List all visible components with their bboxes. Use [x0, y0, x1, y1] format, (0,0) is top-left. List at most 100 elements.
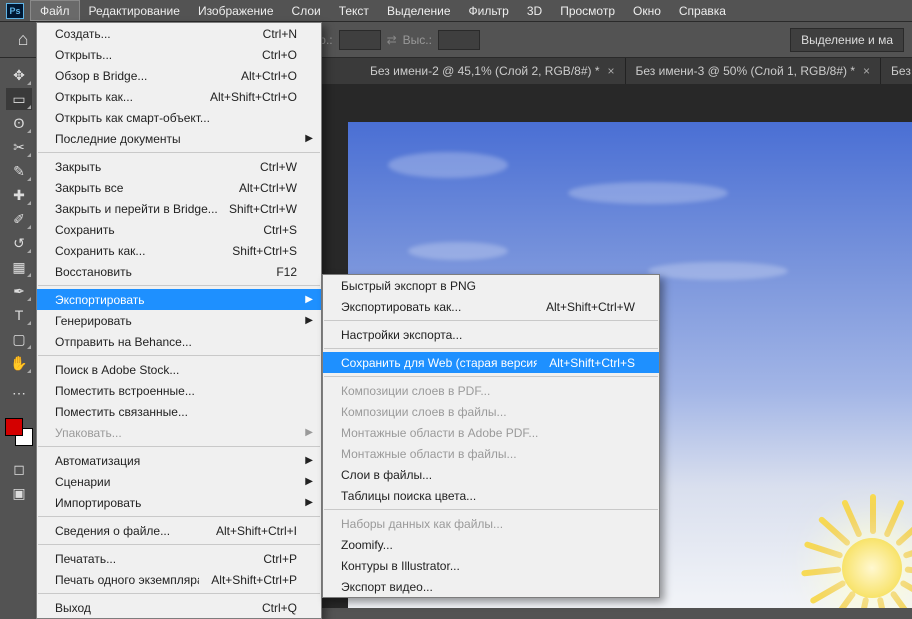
menubar-item-7[interactable]: 3D [518, 0, 551, 21]
width-input[interactable] [339, 30, 381, 50]
menu-item[interactable]: Последние документы▶ [37, 128, 321, 149]
menu-item[interactable]: Быстрый экспорт в PNG [323, 275, 659, 296]
menu-item[interactable]: Контуры в Illustrator... [323, 555, 659, 576]
menu-item[interactable]: Таблицы поиска цвета... [323, 485, 659, 506]
menubar-item-10[interactable]: Справка [670, 0, 735, 21]
menu-item-shortcut: Alt+Shift+Ctrl+W [534, 300, 635, 314]
submenu-arrow-icon: ▶ [305, 315, 313, 326]
separator [38, 544, 320, 545]
quick-mask-toggle[interactable]: ◻ [6, 458, 32, 480]
menu-item-label: Создать... [55, 27, 251, 41]
doc-tab-label: Без имени-2 @ 45,1% (Слой 2, RGB/8#) * [370, 64, 600, 78]
menu-item[interactable]: Открыть как смарт-объект... [37, 107, 321, 128]
close-icon[interactable]: × [863, 64, 870, 78]
menu-item-label: Отправить на Behance... [55, 335, 297, 349]
menu-item[interactable]: Экспортировать как...Alt+Shift+Ctrl+W [323, 296, 659, 317]
menu-item-label: Закрыть все [55, 181, 227, 195]
doc-tab-label: Без имени-3 @ 50% (Слой 1, RGB/8#) * [636, 64, 856, 78]
more-tools[interactable]: ⋯ [6, 382, 32, 404]
pen-tool[interactable]: ✒ [6, 280, 32, 302]
menubar-item-1[interactable]: Редактирование [80, 0, 189, 21]
doc-tab-1[interactable]: Без имени-3 @ 50% (Слой 1, RGB/8#) * × [626, 58, 882, 84]
menu-item[interactable]: Закрыть всеAlt+Ctrl+W [37, 177, 321, 198]
menubar-item-9[interactable]: Окно [624, 0, 670, 21]
menu-item-label: Монтажные области в файлы... [341, 447, 635, 461]
menubar-item-5[interactable]: Выделение [378, 0, 460, 21]
brush-tool[interactable]: ✐ [6, 208, 32, 230]
gradient-tool[interactable]: ▦ [6, 256, 32, 278]
menu-item[interactable]: Поместить встроенные... [37, 380, 321, 401]
file-menu-dropdown: Создать...Ctrl+NОткрыть...Ctrl+OОбзор в … [36, 22, 322, 619]
menu-item[interactable]: Автоматизация▶ [37, 450, 321, 471]
separator [38, 516, 320, 517]
menu-item-label: Слои в файлы... [341, 468, 635, 482]
rectangle-tool[interactable]: ▢ [6, 328, 32, 350]
healing-brush-tool[interactable]: ✚ [6, 184, 32, 206]
menu-item[interactable]: Сведения о файле...Alt+Shift+Ctrl+I [37, 520, 321, 541]
select-and-mask-button[interactable]: Выделение и ма [790, 28, 904, 52]
menu-item[interactable]: Сценарии▶ [37, 471, 321, 492]
menu-item-label: Сведения о файле... [55, 524, 204, 538]
menu-item[interactable]: Сохранить для Web (старая версия)...Alt+… [323, 352, 659, 373]
menu-item[interactable]: ВосстановитьF12 [37, 261, 321, 282]
menu-item[interactable]: Печатать...Ctrl+P [37, 548, 321, 569]
menu-item[interactable]: Zoomify... [323, 534, 659, 555]
menu-item[interactable]: Обзор в Bridge...Alt+Ctrl+O [37, 65, 321, 86]
eyedropper-tool[interactable]: ✎ [6, 160, 32, 182]
menu-item[interactable]: ЗакрытьCtrl+W [37, 156, 321, 177]
color-swatches[interactable] [5, 418, 33, 446]
screen-mode-toggle[interactable]: ▣ [6, 482, 32, 504]
type-tool[interactable]: T [6, 304, 32, 326]
menu-item[interactable]: СохранитьCtrl+S [37, 219, 321, 240]
menu-item[interactable]: Экспортировать▶ [37, 289, 321, 310]
menu-item[interactable]: Настройки экспорта... [323, 324, 659, 345]
height-input[interactable] [438, 30, 480, 50]
doc-tab-2[interactable]: Без им× [881, 58, 912, 84]
menu-item[interactable]: Слои в файлы... [323, 464, 659, 485]
submenu-arrow-icon: ▶ [305, 455, 313, 466]
menu-item-label: Обзор в Bridge... [55, 69, 229, 83]
menu-item-label: Сценарии [55, 475, 297, 489]
separator [324, 320, 658, 321]
menu-item-label: Открыть как... [55, 90, 198, 104]
home-icon[interactable]: ⌂ [8, 25, 38, 55]
menubar-item-3[interactable]: Слои [283, 0, 330, 21]
menu-item[interactable]: Поместить связанные... [37, 401, 321, 422]
separator [324, 509, 658, 510]
toolbox: ✥ ▭ ʘ ✂ ✎ ✚ ✐ ↺ ▦ ✒ T ▢ ✋ ⋯ ◻ ▣ [0, 58, 38, 504]
history-brush-tool[interactable]: ↺ [6, 232, 32, 254]
menu-item[interactable]: Экспорт видео... [323, 576, 659, 597]
menubar-item-6[interactable]: Фильтр [460, 0, 518, 21]
menu-item[interactable]: Генерировать ▶ [37, 310, 321, 331]
menu-item-shortcut: Alt+Shift+Ctrl+P [199, 573, 297, 587]
menu-item: Композиции слоев в файлы... [323, 401, 659, 422]
doc-tab-0[interactable]: Без имени-2 @ 45,1% (Слой 2, RGB/8#) * × [360, 58, 626, 84]
menu-item: Композиции слоев в PDF... [323, 380, 659, 401]
menu-item[interactable]: Печать одного экземпляраAlt+Shift+Ctrl+P [37, 569, 321, 590]
menu-item[interactable]: Открыть как...Alt+Shift+Ctrl+O [37, 86, 321, 107]
menubar-item-4[interactable]: Текст [330, 0, 378, 21]
lasso-tool[interactable]: ʘ [6, 112, 32, 134]
menubar-item-2[interactable]: Изображение [189, 0, 283, 21]
menu-item[interactable]: Закрыть и перейти в Bridge...Shift+Ctrl+… [37, 198, 321, 219]
separator [38, 152, 320, 153]
marquee-tool[interactable]: ▭ [6, 88, 32, 110]
menu-item[interactable]: Импортировать▶ [37, 492, 321, 513]
close-icon[interactable]: × [608, 64, 615, 78]
menu-item[interactable]: Открыть...Ctrl+O [37, 44, 321, 65]
menu-item[interactable]: Поиск в Adobe Stock... [37, 359, 321, 380]
menu-item-shortcut: Alt+Shift+Ctrl+S [537, 356, 635, 370]
move-tool[interactable]: ✥ [6, 64, 32, 86]
menu-item-label: Наборы данных как файлы... [341, 517, 635, 531]
export-submenu: Быстрый экспорт в PNGЭкспортировать как.… [322, 274, 660, 598]
menubar-item-8[interactable]: Просмотр [551, 0, 624, 21]
menubar-item-0[interactable]: Файл [30, 0, 80, 21]
menu-item[interactable]: Отправить на Behance... [37, 331, 321, 352]
hand-tool[interactable]: ✋ [6, 352, 32, 374]
crop-tool[interactable]: ✂ [6, 136, 32, 158]
menu-item-label: Генерировать [55, 314, 297, 328]
menu-item[interactable]: Создать...Ctrl+N [37, 23, 321, 44]
swap-wh-icon[interactable]: ⇄ [387, 33, 397, 47]
doc-tab-label: Без им [891, 64, 912, 78]
menu-item[interactable]: Сохранить как...Shift+Ctrl+S [37, 240, 321, 261]
